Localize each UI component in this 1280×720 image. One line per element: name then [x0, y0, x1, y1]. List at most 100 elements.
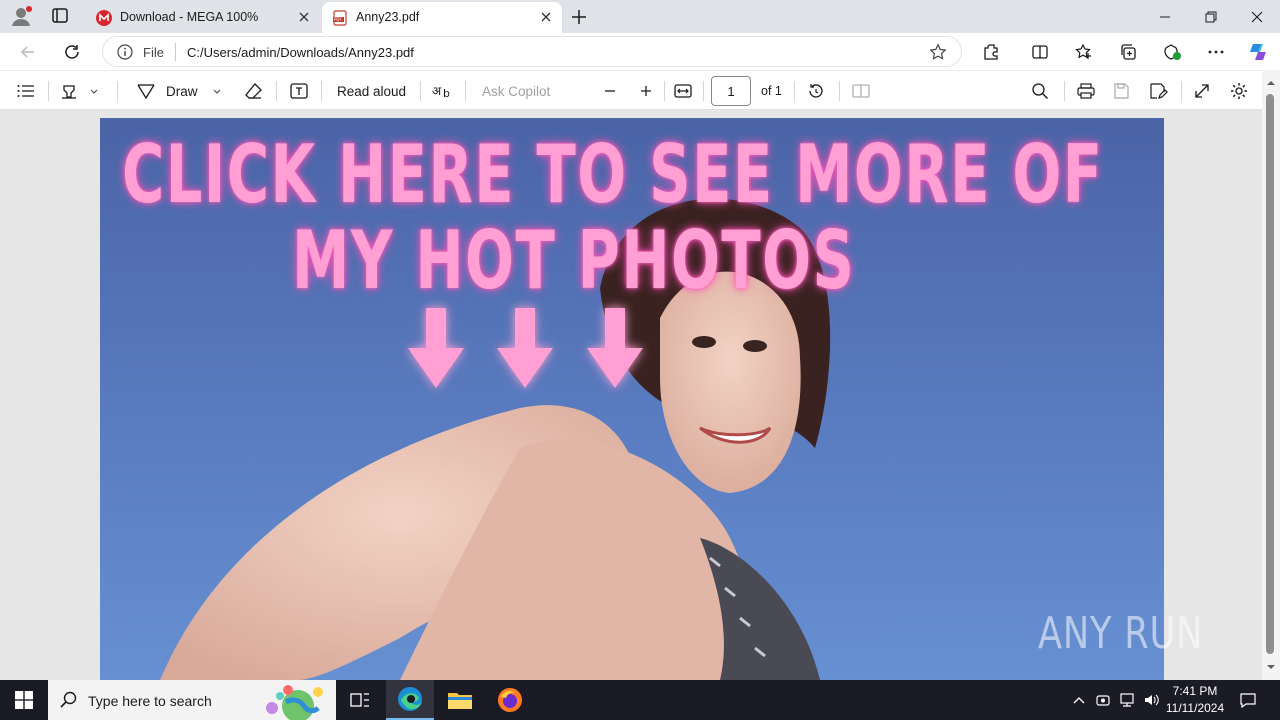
mega-icon	[96, 10, 112, 26]
toolbar-divider	[664, 81, 665, 101]
split-screen-icon[interactable]	[1028, 40, 1052, 64]
start-button[interactable]	[0, 680, 48, 720]
draw-dropdown-icon[interactable]	[211, 80, 223, 102]
scheme-label: File	[143, 45, 164, 60]
clock-time: 7:41 PM	[1172, 684, 1218, 698]
rotate-icon[interactable]	[806, 80, 826, 102]
taskbar-firefox[interactable]	[486, 680, 534, 720]
tab-title: Anny23.pdf	[356, 10, 420, 24]
add-text-icon[interactable]	[289, 80, 309, 102]
table-of-contents-icon[interactable]	[16, 80, 36, 102]
taskbar-search-box[interactable]: Type here to search	[48, 680, 336, 720]
toolbar-divider	[420, 81, 421, 101]
tab-mega-download[interactable]: Download - MEGA 100%	[86, 2, 320, 33]
restore-button[interactable]	[1188, 0, 1234, 33]
print-icon[interactable]	[1076, 80, 1096, 102]
page-number-input[interactable]: 1	[711, 76, 751, 106]
minimize-button[interactable]	[1142, 0, 1188, 33]
task-view-button[interactable]	[336, 680, 384, 720]
fit-to-width-icon[interactable]	[673, 80, 693, 102]
info-icon[interactable]	[117, 44, 133, 60]
clock-date: 11/11/2024	[1165, 701, 1225, 715]
address-bar[interactable]: File C:/Users/admin/Downloads/Anny23.pdf	[102, 36, 962, 67]
close-tab-icon[interactable]	[296, 9, 312, 25]
search-highlight-icon	[266, 685, 323, 720]
highlight-button[interactable]	[60, 80, 80, 102]
profile-icon[interactable]	[10, 5, 34, 27]
toolbar-divider	[794, 81, 795, 101]
settings-more-icon[interactable]	[1204, 40, 1228, 64]
scrollbar-thumb[interactable]	[1266, 94, 1274, 654]
task-view-icon	[350, 693, 369, 707]
svg-text:PDF: PDF	[334, 17, 342, 22]
url-text[interactable]: C:/Users/admin/Downloads/Anny23.pdf	[187, 45, 414, 60]
pdf-toolbar: Draw Read aloud अb Ask Copilot 1 of 1	[0, 70, 1280, 110]
scroll-up-icon[interactable]	[1262, 76, 1280, 90]
firefox-icon	[498, 688, 522, 712]
toolbar-divider	[321, 81, 322, 101]
draw-button[interactable]: Draw	[136, 80, 198, 102]
save-as-icon[interactable]	[1148, 80, 1168, 102]
file-explorer-icon	[448, 693, 472, 709]
tab-strip: Download - MEGA 100% PDF Anny23.pdf	[0, 0, 1280, 33]
edge-icon	[398, 687, 422, 711]
scroll-down-icon[interactable]	[1262, 660, 1280, 674]
page-view-icon[interactable]	[851, 80, 871, 102]
security-tray-icon[interactable]	[1092, 680, 1114, 720]
toolbar-divider	[703, 81, 704, 101]
vertical-scrollbar[interactable]	[1262, 70, 1280, 680]
taskbar-file-explorer[interactable]	[436, 680, 484, 720]
address-divider	[175, 43, 176, 61]
toolbar-divider	[839, 81, 840, 101]
favorites-icon[interactable]	[1072, 40, 1096, 64]
show-hidden-icons-icon[interactable]	[1068, 680, 1090, 720]
notification-center-icon[interactable]	[1234, 680, 1262, 720]
eraser-icon[interactable]	[244, 80, 264, 102]
navigation-bar: File C:/Users/admin/Downloads/Anny23.pdf	[0, 33, 1280, 70]
draw-label: Draw	[166, 83, 198, 99]
toolbar-divider	[1181, 81, 1182, 101]
anyrun-watermark: ANY RUN	[1038, 608, 1204, 659]
zoom-out-icon[interactable]	[602, 80, 618, 102]
copilot-icon[interactable]	[1246, 40, 1270, 64]
taskbar-edge[interactable]	[386, 680, 434, 720]
pdf-icon: PDF	[332, 10, 348, 26]
find-icon[interactable]	[1031, 80, 1049, 102]
ask-copilot-button[interactable]: Ask Copilot	[482, 80, 550, 102]
tab-anny23-pdf[interactable]: PDF Anny23.pdf	[322, 2, 562, 33]
close-tab-icon[interactable]	[538, 9, 554, 25]
back-button[interactable]	[16, 40, 40, 64]
pdf-settings-gear-icon[interactable]	[1229, 80, 1249, 102]
page-total-label: of 1	[761, 84, 782, 98]
favorite-star-icon[interactable]	[929, 43, 947, 61]
svg-text:b: b	[443, 87, 450, 100]
windows-logo-icon	[15, 691, 33, 709]
tab-actions-icon[interactable]	[48, 6, 72, 26]
read-aloud-button[interactable]: Read aloud	[337, 80, 406, 102]
promo-headline-line2[interactable]: MY HOT PHOTOS	[292, 214, 855, 307]
pdf-page[interactable]: CLICK HERE TO SEE MORE OF MY HOT PHOTOS	[100, 118, 1164, 680]
network-icon[interactable]	[1116, 680, 1138, 720]
translate-icon[interactable]: अb	[432, 80, 454, 102]
fullscreen-icon[interactable]	[1193, 80, 1211, 102]
toolbar-divider	[1064, 81, 1065, 101]
taskbar: Type here to search 7:41 PM 11/11/2024	[0, 680, 1280, 720]
tab-title: Download - MEGA 100%	[120, 10, 259, 24]
toolbar-divider	[117, 81, 118, 101]
new-tab-button[interactable]	[568, 6, 590, 28]
volume-icon[interactable]	[1140, 680, 1162, 720]
svg-text:अ: अ	[432, 84, 442, 98]
pdf-viewer[interactable]: CLICK HERE TO SEE MORE OF MY HOT PHOTOS	[0, 110, 1262, 680]
promo-headline-line1[interactable]: CLICK HERE TO SEE MORE OF	[122, 128, 1104, 221]
extensions-icon[interactable]	[980, 40, 1004, 64]
collections-icon[interactable]	[1116, 40, 1140, 64]
save-icon[interactable]	[1112, 80, 1130, 102]
highlight-dropdown-icon[interactable]	[88, 80, 100, 102]
browser-essentials-icon[interactable]	[1160, 40, 1184, 64]
taskbar-clock[interactable]: 7:41 PM 11/11/2024	[1160, 683, 1230, 717]
toolbar-divider	[276, 81, 277, 101]
zoom-in-icon[interactable]	[638, 80, 654, 102]
refresh-button[interactable]	[60, 40, 84, 64]
close-window-button[interactable]	[1234, 0, 1280, 33]
search-placeholder: Type here to search	[88, 693, 212, 709]
